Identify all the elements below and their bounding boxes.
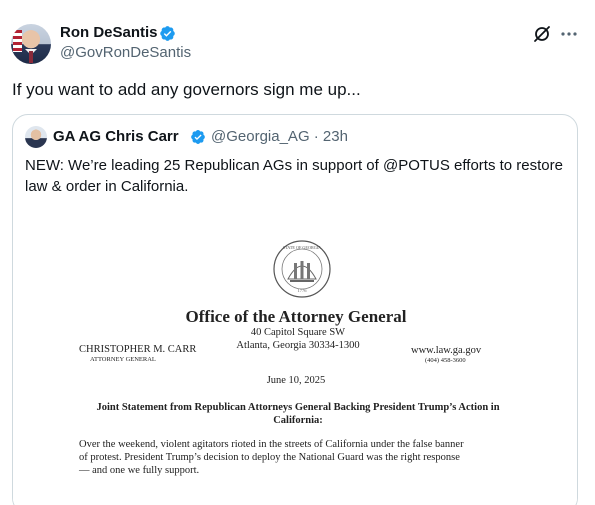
letter-office-title: Office of the Attorney General	[185, 307, 407, 326]
verified-badge-icon	[160, 26, 175, 41]
quoted-post[interactable]: GA AG Chris Carr @Georgia_AG · 23h NEW: …	[12, 114, 578, 505]
letter-body-line: of protest. President Trump’s decision t…	[79, 452, 460, 463]
letter-image[interactable]: 1776 STATE OF GEORGIA Office of the Atto…	[13, 207, 577, 505]
quoted-author-handle-time[interactable]: @Georgia_AG · 23h	[211, 128, 348, 146]
letter-page: 1776 STATE OF GEORGIA Office of the Atto…	[13, 207, 577, 505]
post: Ron DeSantis @GovRonDeSantis If you want…	[0, 0, 595, 505]
letter-body-line: Over the weekend, violent agitators riot…	[79, 439, 464, 450]
quoted-post-text: NEW: We’re leading 25 Republican AGs in …	[25, 157, 563, 195]
flag-graphic	[13, 30, 22, 52]
letter-body-line: — and one we fully support.	[79, 465, 200, 476]
letter-official-name: CHRISTOPHER M. CARR	[79, 344, 197, 355]
tie-graphic	[29, 51, 33, 63]
grok-icon[interactable]	[532, 24, 552, 44]
letter-official-title: ATTORNEY GENERAL	[90, 356, 156, 363]
verified-badge-icon	[191, 130, 205, 144]
quoted-author-display-name[interactable]: GA AG Chris Carr	[53, 128, 179, 146]
letter-phone: (404) 458-3600	[425, 357, 466, 364]
quoted-author-avatar[interactable]	[25, 126, 47, 148]
author-handle[interactable]: @GovRonDeSantis	[60, 44, 191, 62]
seal-year: 1776	[298, 288, 308, 293]
author-display-name[interactable]: Ron DeSantis	[60, 24, 158, 42]
seal-text: STATE OF GEORGIA	[283, 245, 322, 250]
letter-heading: Joint Statement from Republican Attorney…	[96, 402, 500, 426]
post-text: If you want to add any governors sign me…	[12, 80, 361, 99]
letter-address-line-1: 40 Capitol Square SW	[250, 327, 346, 338]
author-avatar[interactable]	[11, 24, 51, 64]
georgia-seal-icon: 1776 STATE OF GEORGIA	[273, 240, 331, 298]
more-icon[interactable]	[559, 24, 579, 44]
letter-website: www.law.ga.gov	[411, 345, 482, 356]
letter-date: June 10, 2025	[266, 375, 326, 386]
